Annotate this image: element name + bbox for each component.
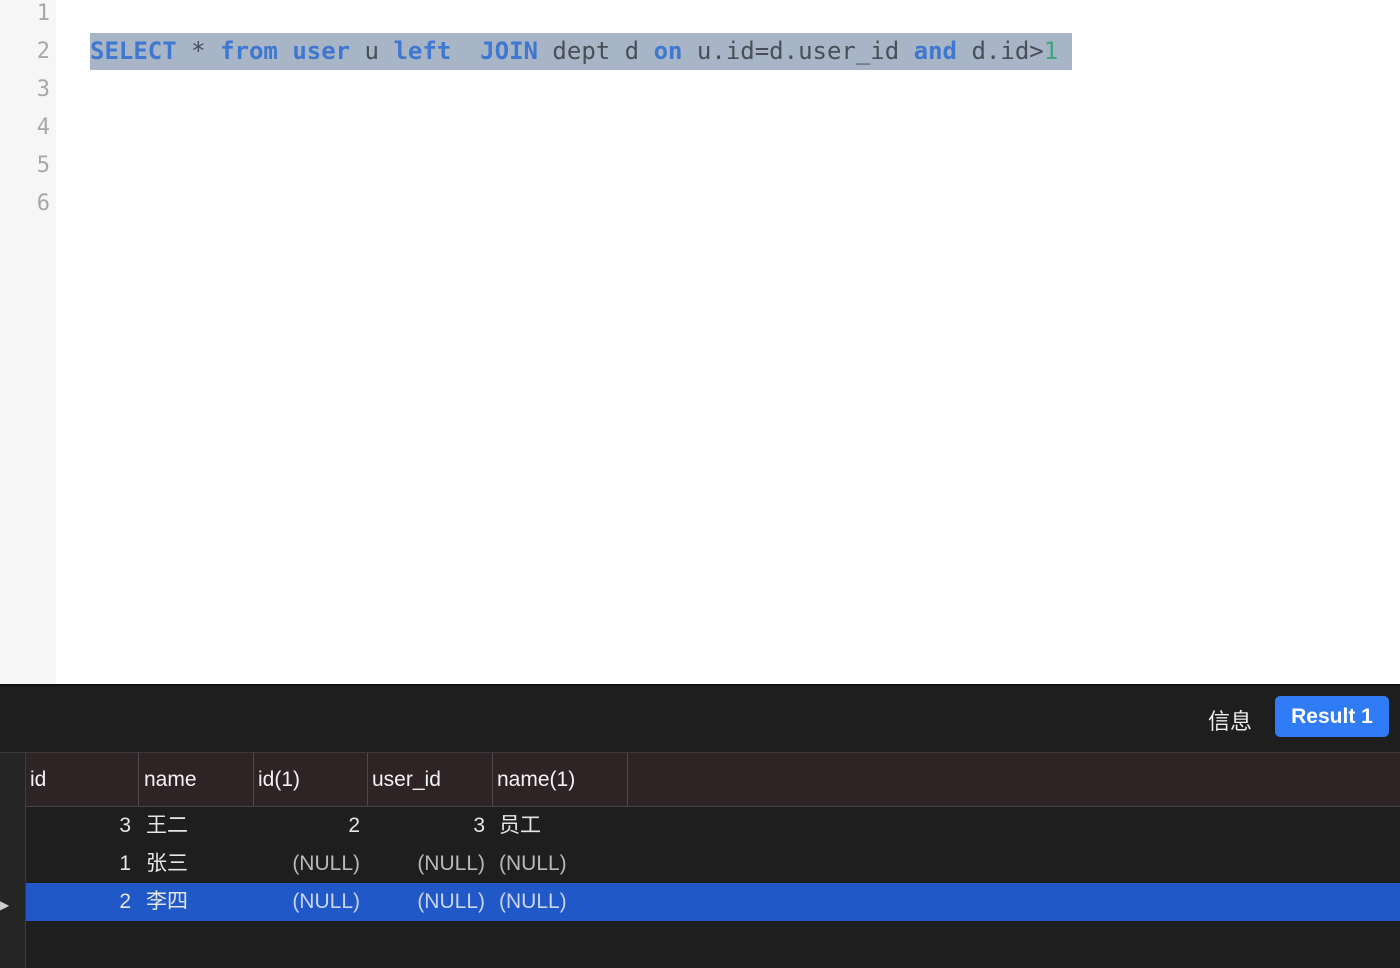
table-cell[interactable]: (NULL) [368,883,493,921]
table-cell[interactable]: (NULL) [493,883,628,921]
sql-query-line[interactable]: SELECT * from user u left JOIN dept d on… [90,33,1072,70]
table-row[interactable]: 1 张三 (NULL) (NULL) (NULL) [26,845,1400,883]
line-number: 2 [36,39,50,64]
table-cell[interactable]: 王二 [140,807,254,845]
sql-token: u.id=d.user_id [682,37,914,65]
row-marker-column [0,753,26,968]
sql-token: * [176,37,221,65]
table-cell[interactable]: (NULL) [368,845,493,883]
table-cell[interactable]: 李四 [140,883,254,921]
table-cell[interactable]: 3 [368,807,493,845]
table-cell[interactable]: 1 [26,845,139,883]
column-header-name-1[interactable]: name(1) [493,753,628,806]
table-row[interactable]: 2 李四 (NULL) (NULL) (NULL) [26,883,1400,921]
sql-token: u [350,37,394,65]
column-header-id-1[interactable]: id(1) [254,753,368,806]
sql-token: 1 [1043,37,1059,65]
line-number: 6 [36,191,50,216]
tab-result-1[interactable]: Result 1 [1275,696,1389,737]
results-panel: 信息 Result 1 id name id(1) user_id name(1… [0,686,1400,968]
table-cell[interactable]: (NULL) [254,883,368,921]
sql-editor[interactable]: 1 2 3 4 5 6 SELECT * from user u left JO… [0,0,1400,684]
line-number: 1 [36,1,50,26]
sql-token: left [393,37,452,65]
line-number-gutter: 1 2 3 4 5 6 [0,0,56,684]
table-row[interactable]: 3 王二 2 3 员工 [26,807,1400,845]
line-number: 5 [36,153,50,178]
sql-token: and [913,37,958,65]
current-row-arrow-icon: ▶ [0,898,10,912]
table-cell[interactable]: 2 [254,807,368,845]
column-header-name[interactable]: name [140,753,254,806]
table-cell[interactable]: (NULL) [254,845,368,883]
sql-token: on [653,37,683,65]
sql-token: user [292,37,351,65]
sql-token: from [220,37,278,65]
table-cell[interactable]: 3 [26,807,139,845]
line-number: 3 [36,77,50,102]
grid-header: id name id(1) user_id name(1) [0,753,1400,807]
table-cell[interactable]: (NULL) [493,845,628,883]
column-header-id[interactable]: id [26,753,139,806]
table-cell[interactable]: 员工 [493,807,628,845]
sql-token: dept d [537,37,654,65]
tab-info[interactable]: 信息 [1208,704,1252,736]
table-cell[interactable]: 张三 [140,845,254,883]
line-number: 4 [36,115,50,140]
table-cell[interactable]: 2 [26,883,139,921]
results-tab-bar: 信息 Result 1 [0,686,1400,753]
sql-token: d.id> [957,37,1044,65]
column-header-user-id[interactable]: user_id [368,753,493,806]
sql-token: JOIN [480,37,538,65]
sql-token: SELECT [90,37,177,65]
